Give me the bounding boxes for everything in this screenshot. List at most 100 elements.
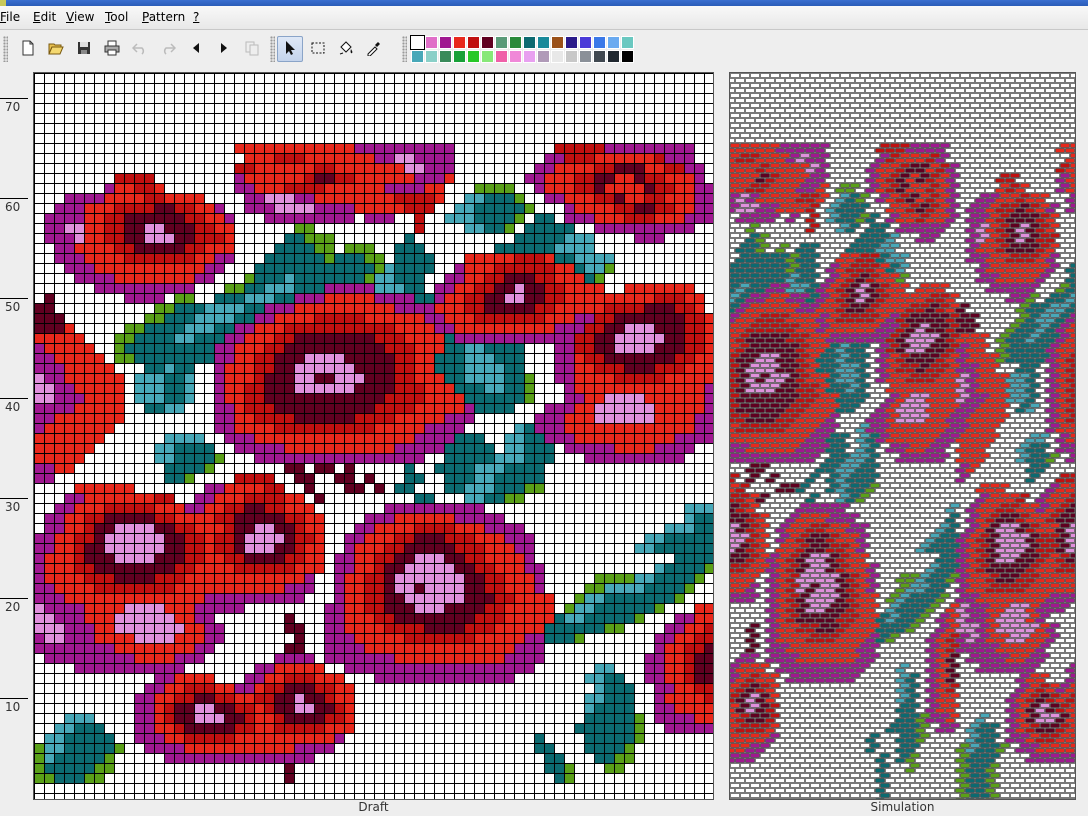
- bead-cell[interactable]: [384, 313, 394, 323]
- bead-cell[interactable]: [364, 183, 374, 193]
- bead-cell[interactable]: [104, 403, 114, 413]
- bead-cell[interactable]: [494, 373, 504, 383]
- bead-cell[interactable]: [354, 273, 364, 283]
- bead-cell[interactable]: [434, 673, 444, 683]
- bead-cell[interactable]: [64, 423, 74, 433]
- bead-cell[interactable]: [474, 603, 484, 613]
- bead-cell[interactable]: [224, 503, 234, 513]
- bead-cell[interactable]: [44, 293, 54, 303]
- bead-cell[interactable]: [464, 493, 474, 503]
- bead-cell[interactable]: [224, 333, 234, 343]
- bead-cell[interactable]: [244, 333, 254, 343]
- bead-cell[interactable]: [664, 533, 674, 543]
- bead-cell[interactable]: [94, 643, 104, 653]
- bead-cell[interactable]: [414, 383, 424, 393]
- bead-cell[interactable]: [594, 743, 604, 753]
- bead-cell[interactable]: [414, 473, 424, 483]
- bead-cell[interactable]: [404, 203, 414, 213]
- bead-cell[interactable]: [44, 513, 54, 523]
- bead-cell[interactable]: [54, 253, 64, 263]
- bead-cell[interactable]: [654, 423, 664, 433]
- bead-cell[interactable]: [574, 143, 584, 153]
- bead-cell[interactable]: [54, 653, 64, 663]
- bead-cell[interactable]: [444, 603, 454, 613]
- bead-cell[interactable]: [444, 333, 454, 343]
- bead-cell[interactable]: [264, 563, 274, 573]
- bead-cell[interactable]: [174, 633, 184, 643]
- bead-cell[interactable]: [144, 603, 154, 613]
- bead-cell[interactable]: [614, 353, 624, 363]
- bead-cell[interactable]: [264, 473, 274, 483]
- bead-cell[interactable]: [534, 283, 544, 293]
- bead-cell[interactable]: [364, 433, 374, 443]
- bead-cell[interactable]: [84, 423, 94, 433]
- bead-cell[interactable]: [384, 283, 394, 293]
- bead-cell[interactable]: [334, 183, 344, 193]
- bead-cell[interactable]: [264, 753, 274, 763]
- bead-cell[interactable]: [464, 523, 474, 533]
- bead-cell[interactable]: [674, 323, 684, 333]
- bead-cell[interactable]: [464, 613, 474, 623]
- bead-cell[interactable]: [174, 213, 184, 223]
- bead-cell[interactable]: [434, 433, 444, 443]
- bead-cell[interactable]: [144, 613, 154, 623]
- bead-cell[interactable]: [274, 313, 284, 323]
- bead-cell[interactable]: [514, 593, 524, 603]
- bead-cell[interactable]: [664, 443, 674, 453]
- bead-cell[interactable]: [334, 263, 344, 273]
- bead-cell[interactable]: [64, 253, 74, 263]
- bead-cell[interactable]: [534, 163, 544, 173]
- bead-cell[interactable]: [344, 683, 354, 693]
- bead-cell[interactable]: [494, 573, 504, 583]
- bead-cell[interactable]: [204, 693, 214, 703]
- bead-cell[interactable]: [584, 363, 594, 373]
- bead-cell[interactable]: [294, 733, 304, 743]
- bead-cell[interactable]: [524, 583, 534, 593]
- bead-cell[interactable]: [264, 253, 274, 263]
- bead-cell[interactable]: [604, 203, 614, 213]
- bead-cell[interactable]: [464, 213, 474, 223]
- bead-cell[interactable]: [134, 183, 144, 193]
- bead-cell[interactable]: [274, 253, 284, 263]
- bead-cell[interactable]: [664, 313, 674, 323]
- bead-cell[interactable]: [394, 593, 404, 603]
- bead-cell[interactable]: [504, 463, 514, 473]
- bead-cell[interactable]: [264, 203, 274, 213]
- bead-cell[interactable]: [414, 643, 424, 653]
- bead-cell[interactable]: [624, 323, 634, 333]
- bead-cell[interactable]: [444, 523, 454, 533]
- bead-cell[interactable]: [94, 383, 104, 393]
- bead-cell[interactable]: [414, 533, 424, 543]
- toolbar-grip[interactable]: [402, 36, 407, 62]
- bead-cell[interactable]: [364, 333, 374, 343]
- bead-cell[interactable]: [254, 293, 264, 303]
- bead-cell[interactable]: [444, 143, 454, 153]
- bead-cell[interactable]: [74, 773, 84, 783]
- bead-cell[interactable]: [334, 283, 344, 293]
- bead-cell[interactable]: [124, 583, 134, 593]
- bead-cell[interactable]: [514, 293, 524, 303]
- bead-cell[interactable]: [234, 413, 244, 423]
- bead-cell[interactable]: [344, 553, 354, 563]
- bead-cell[interactable]: [614, 383, 624, 393]
- bead-cell[interactable]: [684, 353, 694, 363]
- bead-cell[interactable]: [294, 323, 304, 333]
- bead-cell[interactable]: [184, 563, 194, 573]
- bead-cell[interactable]: [174, 753, 184, 763]
- bead-cell[interactable]: [154, 573, 164, 583]
- bead-cell[interactable]: [524, 573, 534, 583]
- bead-cell[interactable]: [654, 603, 664, 613]
- bead-cell[interactable]: [74, 423, 84, 433]
- bead-cell[interactable]: [174, 333, 184, 343]
- bead-cell[interactable]: [104, 233, 114, 243]
- bead-cell[interactable]: [494, 673, 504, 683]
- bead-cell[interactable]: [394, 203, 404, 213]
- bead-cell[interactable]: [294, 153, 304, 163]
- bead-cell[interactable]: [234, 733, 244, 743]
- bead-cell[interactable]: [324, 673, 334, 683]
- bead-cell[interactable]: [244, 523, 254, 533]
- bead-cell[interactable]: [194, 593, 204, 603]
- bead-cell[interactable]: [414, 313, 424, 323]
- bead-cell[interactable]: [54, 643, 64, 653]
- bead-cell[interactable]: [124, 283, 134, 293]
